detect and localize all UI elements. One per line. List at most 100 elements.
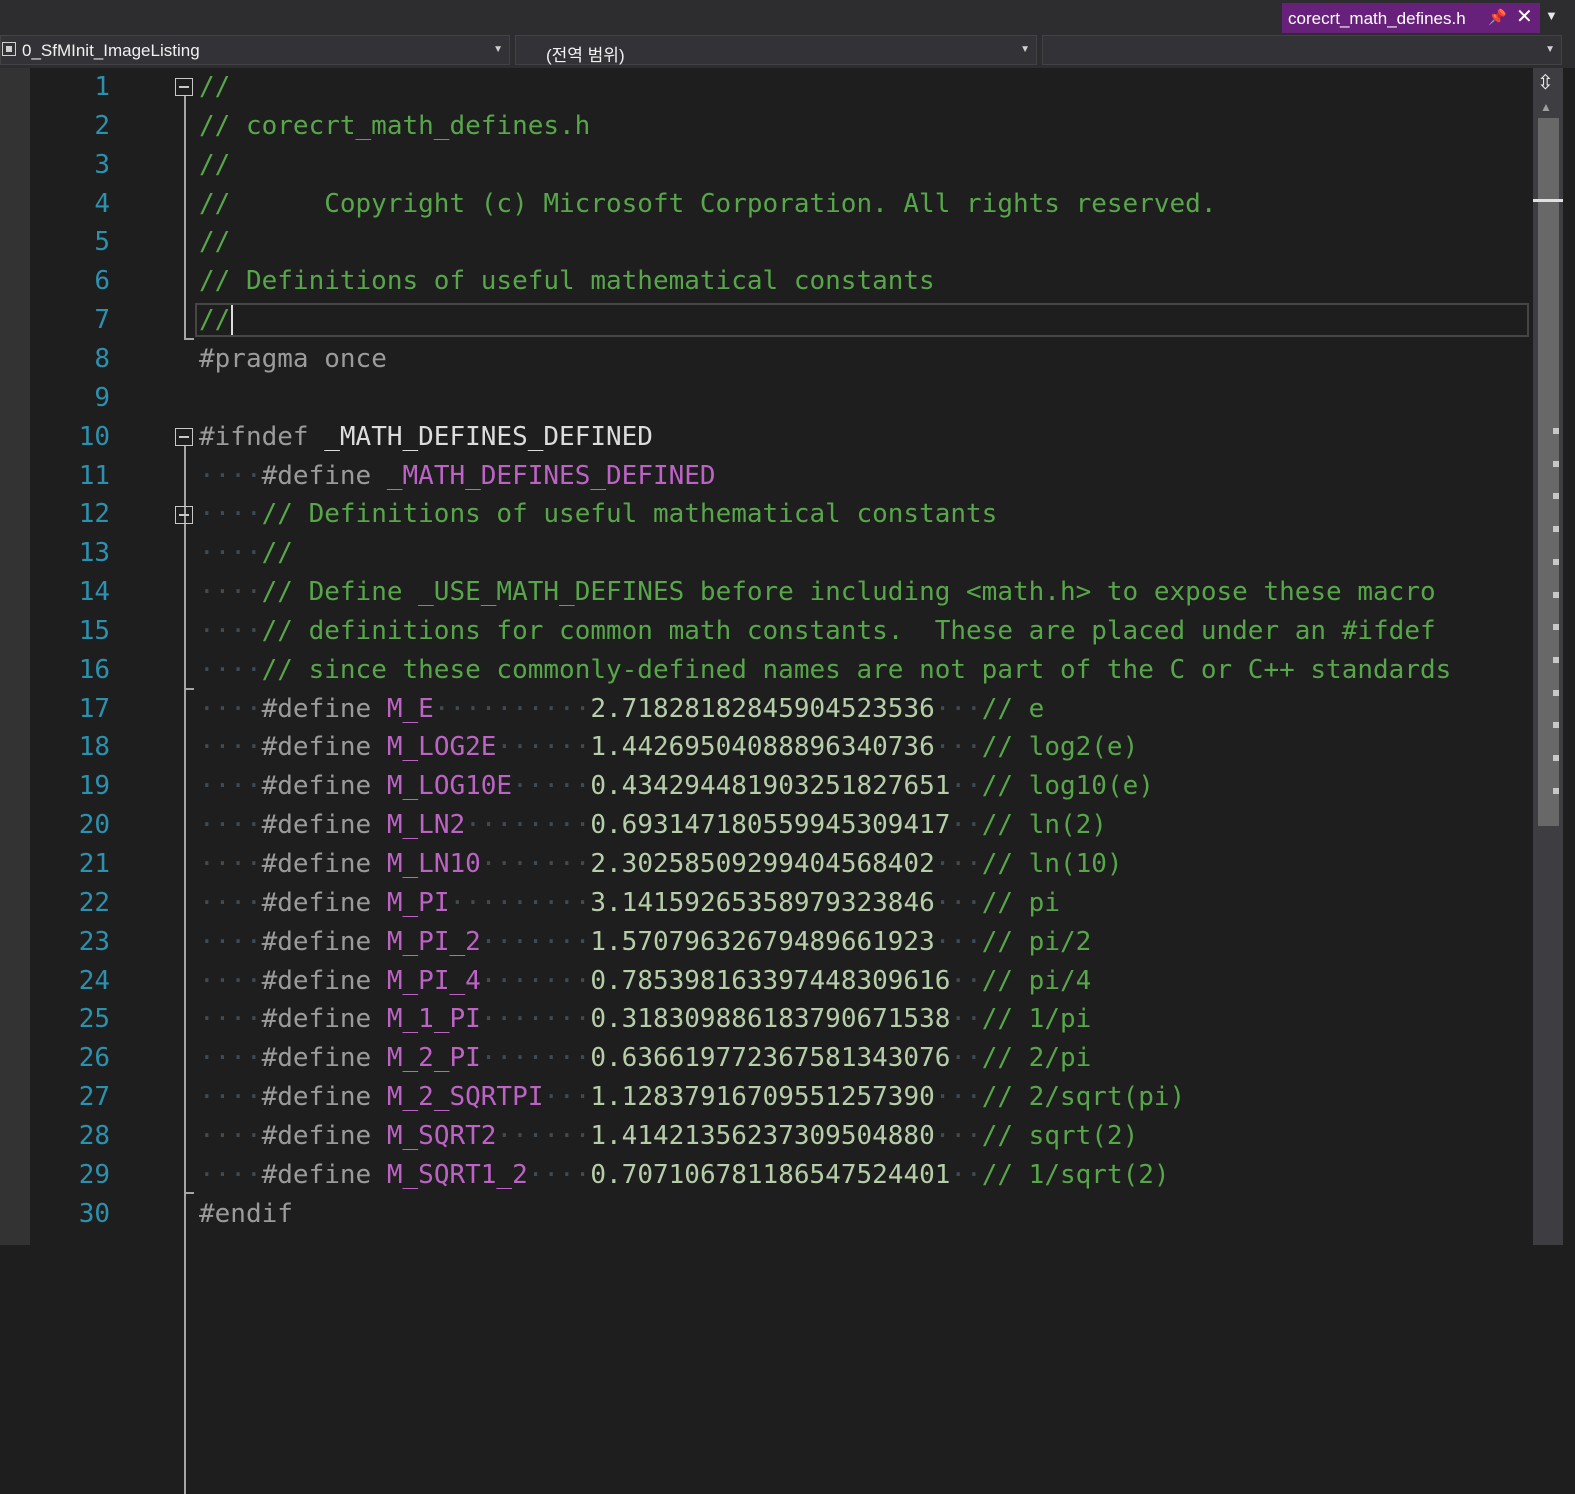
project-combo-value: 0_SfMInit_ImageListing: [22, 41, 200, 60]
line-number: 8: [94, 344, 110, 374]
code-line: ····// Define _USE_MATH_DEFINES before i…: [199, 577, 1436, 607]
collapse-icon[interactable]: [175, 428, 193, 446]
code-line: //: [199, 227, 231, 257]
macro-value: 1.57079632679489661923: [590, 927, 935, 957]
tab-overflow-dropdown-icon[interactable]: ▼: [1545, 8, 1558, 23]
code-line: ····#define M_LOG10E·····0.4342944819032…: [199, 771, 1154, 801]
comment: // log2(e): [981, 732, 1139, 762]
macro-value: 2.30258509299404568402: [590, 849, 935, 879]
line-number: 10: [78, 422, 110, 452]
close-icon[interactable]: ✕: [1516, 4, 1533, 29]
scrollbar-marker: [1553, 624, 1559, 631]
comment: // sqrt(2): [981, 1121, 1139, 1151]
collapse-icon[interactable]: [175, 506, 193, 524]
code-line: ····#define M_2_SQRTPI···1.1283791670955…: [199, 1082, 1186, 1112]
split-editor-icon[interactable]: ⇳: [1537, 70, 1554, 95]
code-line: ····#define M_PI_2·······1.5707963267948…: [199, 927, 1092, 957]
code-line: ····#define M_LOG2E······1.4426950408889…: [199, 732, 1139, 762]
scroll-up-arrow-icon[interactable]: ▲: [1540, 100, 1552, 114]
comment: // pi/2: [981, 927, 1092, 957]
macro-value: 1.41421356237309504880: [590, 1121, 935, 1151]
code-text-area[interactable]: // // corecrt_math_defines.h // // Copyr…: [199, 68, 1529, 1245]
tab-corecrt-math-defines[interactable]: corecrt_math_defines.h 📌 ✕: [1282, 3, 1540, 33]
macro-value: 0.318309886183790671538: [590, 1004, 951, 1034]
macro-name: M_PI: [386, 888, 450, 918]
code-line: //: [199, 305, 231, 335]
scope-combo-value: (전역 범위): [546, 46, 625, 65]
code-line: ····#define M_2_PI·······0.6366197723675…: [199, 1043, 1092, 1073]
scrollbar-thumb[interactable]: [1538, 118, 1559, 826]
comment: // ln(10): [981, 849, 1123, 879]
outline-end: [184, 688, 194, 690]
preprocessor-directive: #define: [261, 694, 372, 724]
macro-value: 3.14159265358979323846: [590, 888, 935, 918]
preprocessor-directive: #define: [261, 888, 372, 918]
line-number: 23: [78, 927, 110, 957]
scrollbar-marker: [1553, 460, 1559, 467]
member-combo[interactable]: ▼: [1042, 35, 1562, 65]
scope-combo[interactable]: (전역 범위) ▼: [515, 35, 1037, 65]
code-line: //: [199, 150, 231, 180]
preprocessor-directive: #define: [261, 849, 372, 879]
tab-title: corecrt_math_defines.h: [1288, 9, 1466, 28]
code-line: ····#define _MATH_DEFINES_DEFINED: [199, 461, 716, 491]
macro-value: 2.71828182845904523536: [590, 694, 935, 724]
scrollbar-marker: [1553, 787, 1559, 794]
preprocessor-directive: #define: [261, 732, 372, 762]
code-line: ····#define M_1_PI·······0.3183098861837…: [199, 1004, 1092, 1034]
macro-name: _MATH_DEFINES_DEFINED: [386, 461, 716, 491]
preprocessor-directive: #ifndef: [199, 422, 309, 452]
comment: // e: [981, 694, 1045, 724]
scrollbar-marker: [1553, 526, 1559, 533]
line-number-gutter[interactable]: 1 2 3 4 5 6 7 8 9 10 11 12 13 14 15 16 17 18 19 20 21 22 23 24 2…: [30, 68, 112, 1245]
comment: // 2/sqrt(pi): [981, 1082, 1186, 1112]
preprocessor-directive: #define: [261, 1160, 372, 1190]
code-line: #endif: [199, 1199, 293, 1229]
line-number: 19: [78, 771, 110, 801]
line-number: 13: [78, 538, 110, 568]
code-line: ····#define M_PI·········3.1415926535897…: [199, 888, 1060, 918]
glyph-margin[interactable]: [0, 68, 30, 1245]
macro-name: M_E: [386, 694, 434, 724]
outline-end: [184, 1192, 194, 1194]
line-number: 30: [78, 1199, 110, 1229]
macro-name: M_PI_2: [386, 927, 481, 957]
code-editor[interactable]: 1 2 3 4 5 6 7 8 9 10 11 12 13 14 15 16 17 18 19 20 21 22 23 24 2…: [0, 68, 1575, 1494]
preprocessor-directive: #pragma: [199, 344, 309, 374]
outlining-margin: [170, 68, 198, 1494]
macro-value: 0.636619772367581343076: [590, 1043, 951, 1073]
comment: // 1/pi: [981, 1004, 1092, 1034]
macro-value: 1.12837916709551257390: [590, 1082, 935, 1112]
project-combo[interactable]: 0_SfMInit_ImageListing ▼: [0, 35, 510, 65]
collapse-icon[interactable]: [175, 78, 193, 96]
line-number: 1: [94, 72, 110, 102]
line-number: 2: [94, 111, 110, 141]
macro-name: M_2_PI: [386, 1043, 481, 1073]
outline-end: [184, 338, 194, 340]
pin-icon[interactable]: 📌: [1488, 8, 1507, 26]
chevron-down-icon: ▼: [1020, 44, 1030, 55]
line-number: 16: [78, 655, 110, 685]
line-number: 27: [78, 1082, 110, 1112]
comment: // 1/sqrt(2): [981, 1160, 1170, 1190]
code-line: ····#define M_SQRT1_2····0.7071067811865…: [199, 1160, 1170, 1190]
code-line: ····#define M_E··········2.7182818284590…: [199, 694, 1045, 724]
navigation-bar: 0_SfMInit_ImageListing ▼ (전역 범위) ▼ ▼: [0, 33, 1575, 68]
code-line: ····#define M_SQRT2······1.4142135623730…: [199, 1121, 1139, 1151]
preprocessor-directive: #define: [261, 1043, 372, 1073]
line-number: 11: [78, 461, 110, 491]
macro-name: _MATH_DEFINES_DEFINED: [324, 422, 653, 452]
outline-line: [184, 96, 186, 340]
line-number: 6: [94, 266, 110, 296]
code-line: #ifndef _MATH_DEFINES_DEFINED: [199, 418, 653, 457]
macro-value: 0.693147180559945309417: [590, 810, 951, 840]
code-line: // Copyright (c) Microsoft Corporation. …: [199, 189, 1217, 219]
macro-name: M_LOG2E: [386, 732, 497, 762]
macro-value: 0.434294481903251827651: [590, 771, 951, 801]
code-line: ····#define M_LN2········0.6931471805599…: [199, 810, 1107, 840]
comment: // pi: [981, 888, 1060, 918]
comment: // Definitions of useful mathematical co…: [261, 499, 998, 529]
line-number: 22: [78, 888, 110, 918]
code-line: ····// since these commonly-defined name…: [199, 655, 1452, 685]
preprocessor-directive: #define: [261, 810, 372, 840]
